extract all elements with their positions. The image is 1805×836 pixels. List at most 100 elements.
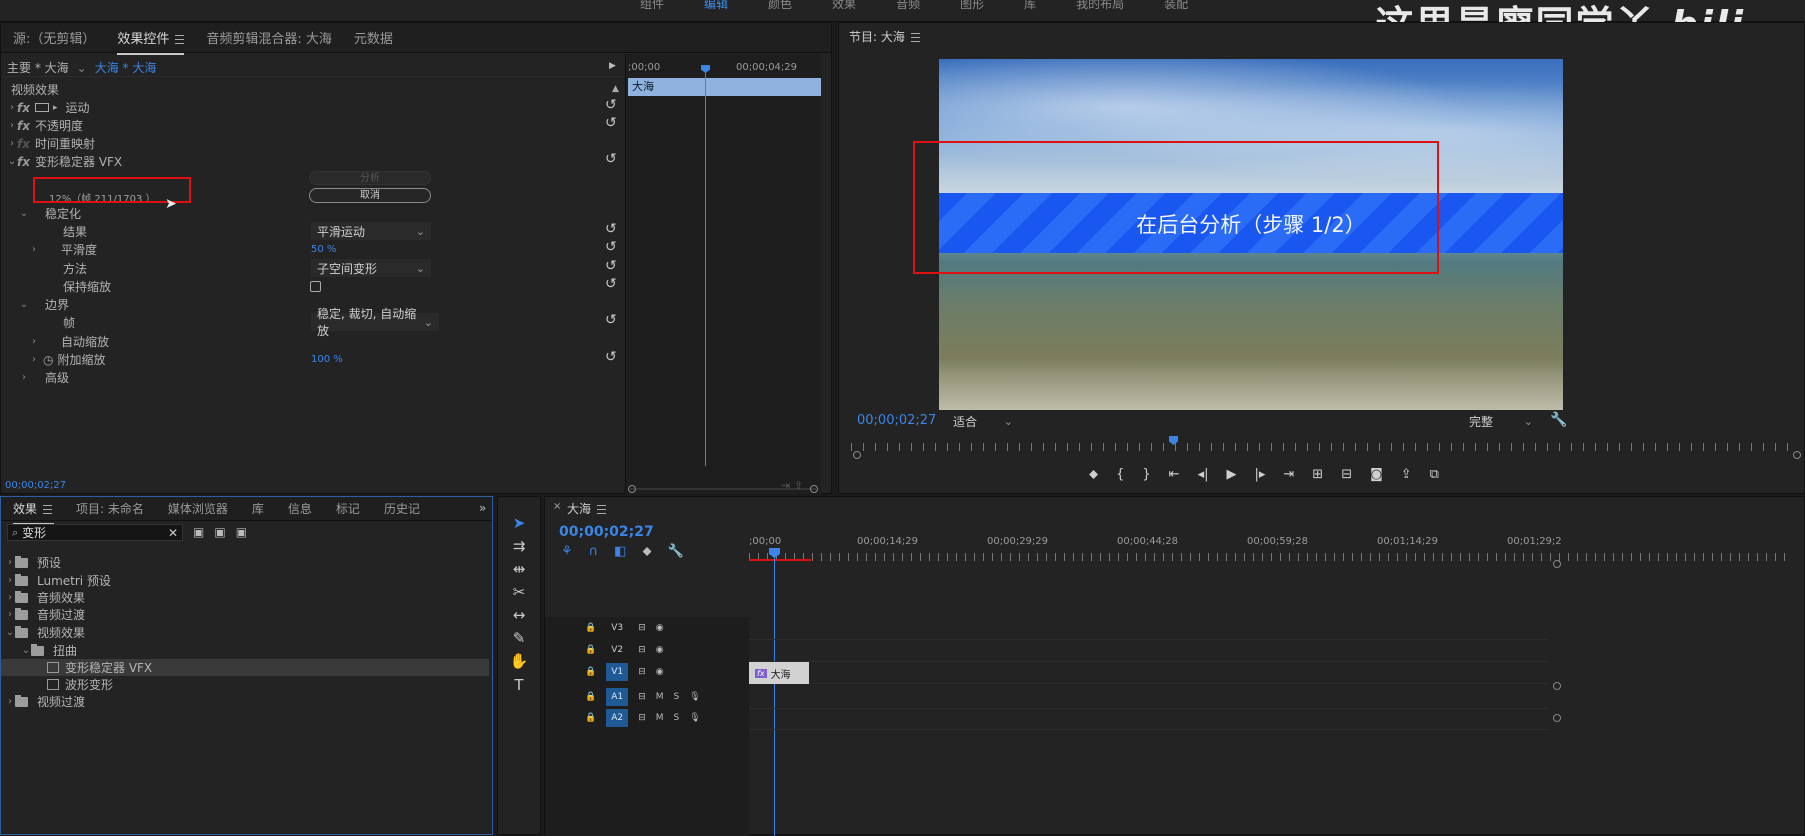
sync-lock-icon[interactable]: ⊟ — [638, 623, 646, 633]
mute-button[interactable]: M — [656, 713, 664, 723]
more-tabs-icon[interactable]: » — [479, 501, 486, 515]
comparison-icon[interactable]: ⧉ — [1430, 467, 1439, 482]
fx-icon[interactable]: fx — [17, 119, 35, 133]
menu-icon[interactable] — [43, 505, 53, 514]
quality-dropdown[interactable]: 完整 — [1463, 412, 1539, 430]
lock-icon[interactable]: 🔒 — [585, 645, 596, 655]
scroll-end-handle[interactable] — [810, 485, 818, 493]
eye-icon[interactable]: ◉ — [656, 667, 664, 677]
close-icon[interactable]: × — [553, 501, 561, 512]
workspace-tab[interactable]: 效果 — [812, 0, 876, 10]
effects-tree-item[interactable]: 波形变形 — [1, 676, 113, 693]
panel-tab[interactable]: 元数据 — [348, 28, 409, 47]
effects-search-input[interactable]: 变形 — [22, 524, 46, 541]
panel-tab[interactable]: 音频剪辑混合器: 大海 — [200, 28, 348, 47]
slip-tool-icon[interactable]: ↔ — [508, 604, 530, 626]
method-dropdown[interactable]: 子空间变形 — [311, 259, 431, 277]
clear-icon[interactable]: ✕ — [168, 526, 178, 540]
effect-opacity[interactable]: › fx 不透明度 — [7, 116, 83, 135]
camera-icon[interactable]: ◙ — [1370, 467, 1383, 482]
effect-warp-stabilizer[interactable]: ⌄ fx 变形稳定器 VFX — [7, 152, 122, 171]
effects-tab[interactable]: 项目: 未命名 — [70, 500, 162, 517]
zoom-end-handle[interactable] — [1793, 451, 1801, 459]
stopwatch-icon[interactable]: ◷ — [43, 353, 53, 367]
work-area-bar[interactable] — [749, 559, 811, 561]
eye-icon[interactable]: ◉ — [656, 645, 664, 655]
selection-tool-icon[interactable]: ➤ — [508, 512, 530, 534]
solo-button[interactable]: S — [674, 713, 680, 723]
reset-icon[interactable]: ↺ — [605, 151, 617, 167]
lock-icon[interactable]: 🔒 — [585, 692, 596, 702]
mark-out-icon[interactable]: } — [1142, 467, 1150, 482]
effects-search[interactable]: ⌕ 变形 ✕ — [7, 524, 183, 541]
go-to-out-icon[interactable]: ⇥ — [1283, 467, 1294, 482]
chevron-icon[interactable]: › — [5, 609, 15, 620]
effects-tree-item[interactable]: › 视频过渡 — [1, 693, 85, 710]
export-icon[interactable]: ⇪ — [1401, 467, 1412, 482]
linked-selection-icon[interactable]: ◧ — [614, 544, 626, 559]
overwrite-icon[interactable]: ⊟ — [1341, 467, 1352, 482]
reset-icon[interactable]: ↺ — [605, 349, 617, 365]
chevron-icon[interactable]: › — [5, 696, 15, 707]
effect-controls-timecode[interactable]: 00;00;02;27 — [5, 480, 66, 491]
chevron-icon[interactable]: › — [5, 592, 15, 603]
program-ruler[interactable] — [851, 443, 1795, 451]
zoom-start-handle[interactable] — [853, 451, 861, 459]
effects-tab[interactable]: 媒体浏览器 — [162, 500, 246, 517]
wrench-icon[interactable]: 🔧 — [1550, 412, 1567, 428]
track-target[interactable]: A1 — [606, 688, 629, 706]
program-timecode[interactable]: 00;00;02;27 — [857, 413, 936, 428]
effect-motion[interactable]: › fx ▸ 运动 — [7, 98, 90, 117]
fx-icon[interactable]: fx — [17, 101, 35, 115]
sync-lock-icon[interactable]: ⊟ — [638, 667, 646, 677]
sync-lock-icon[interactable]: ⊟ — [638, 692, 646, 702]
reset-icon[interactable]: ↺ — [605, 221, 617, 237]
effects-tree-item[interactable]: 变形稳定器 VFX — [1, 659, 489, 676]
effects-tree-item[interactable]: › 音频效果 — [1, 589, 85, 606]
reset-icon[interactable]: ↺ — [605, 97, 617, 113]
lock-icon[interactable]: 🔒 — [585, 667, 596, 677]
chevron-right-icon[interactable]: › — [7, 102, 17, 113]
snap-icon[interactable]: ⚘ — [561, 544, 573, 559]
effects-tree-item[interactable]: ⌄ 视频效果 — [1, 624, 85, 641]
filter-icon[interactable]: ⇥ ⇪ — [781, 479, 803, 492]
step-back-icon[interactable]: ◂| — [1198, 467, 1209, 482]
stabilization-group[interactable]: ⌄ 稳定化 — [19, 204, 81, 223]
effects-tree-item[interactable]: ⌄ 扭曲 — [1, 642, 77, 659]
v-scroll-handle[interactable] — [1553, 560, 1561, 568]
hand-tool-icon[interactable]: ✋ — [508, 650, 530, 672]
chevron-icon[interactable]: › — [5, 575, 15, 586]
yuv-icon[interactable]: ▣ — [236, 525, 247, 539]
lock-icon[interactable]: 🔒 — [585, 713, 596, 723]
effects-tab[interactable]: 信息 — [282, 500, 330, 517]
track-target[interactable]: V3 — [606, 619, 628, 637]
workspace-tab[interactable]: 组件 — [620, 0, 684, 10]
add-marker-icon[interactable]: ⬥ — [642, 544, 651, 559]
workspace-tab[interactable]: 编辑 — [684, 0, 748, 10]
reset-icon[interactable]: ↺ — [605, 276, 617, 292]
menu-icon[interactable] — [175, 35, 185, 44]
track-select-tool-icon[interactable]: ⇉ — [508, 535, 530, 557]
step-forward-icon[interactable]: |▸ — [1254, 467, 1265, 482]
smoothness-row[interactable]: › 平滑度 — [29, 240, 97, 259]
workspace-tab[interactable]: 我的布局 — [1056, 0, 1144, 10]
border-group[interactable]: ⌄ 边界 — [19, 295, 69, 314]
panel-tab[interactable]: 效果控件 — [111, 28, 200, 55]
fit-dropdown[interactable]: 适合 — [947, 412, 1019, 430]
workspace-tab[interactable]: 图形 — [940, 0, 1004, 10]
timeline-playhead[interactable] — [774, 557, 775, 836]
frame-dropdown[interactable]: 稳定, 裁切, 自动缩放 — [311, 307, 439, 338]
mark-in-icon[interactable]: { — [1116, 467, 1124, 482]
effects-tab[interactable]: 效果 — [7, 500, 70, 525]
timeline-timecode[interactable]: 00;00;02;27 — [559, 524, 654, 540]
effects-tree-item[interactable]: › 音频过渡 — [1, 606, 85, 623]
additional-scale-row[interactable]: › ◷ 附加缩放 — [29, 350, 106, 369]
additional-scale-value[interactable]: 100 % — [311, 354, 343, 365]
settings-icon[interactable]: 🔧 — [668, 544, 684, 559]
clip-selector[interactable]: 主要 * 大海 ⌄ 大海 * 大海 — [7, 58, 156, 77]
workspace-tab[interactable]: 库 — [1004, 0, 1056, 10]
lock-icon[interactable]: 🔒 — [585, 623, 596, 633]
go-to-in-icon[interactable]: ⇤ — [1169, 467, 1180, 482]
smoothness-value[interactable]: 50 % — [311, 244, 336, 255]
workspace-tab[interactable]: 装配 — [1144, 0, 1208, 10]
